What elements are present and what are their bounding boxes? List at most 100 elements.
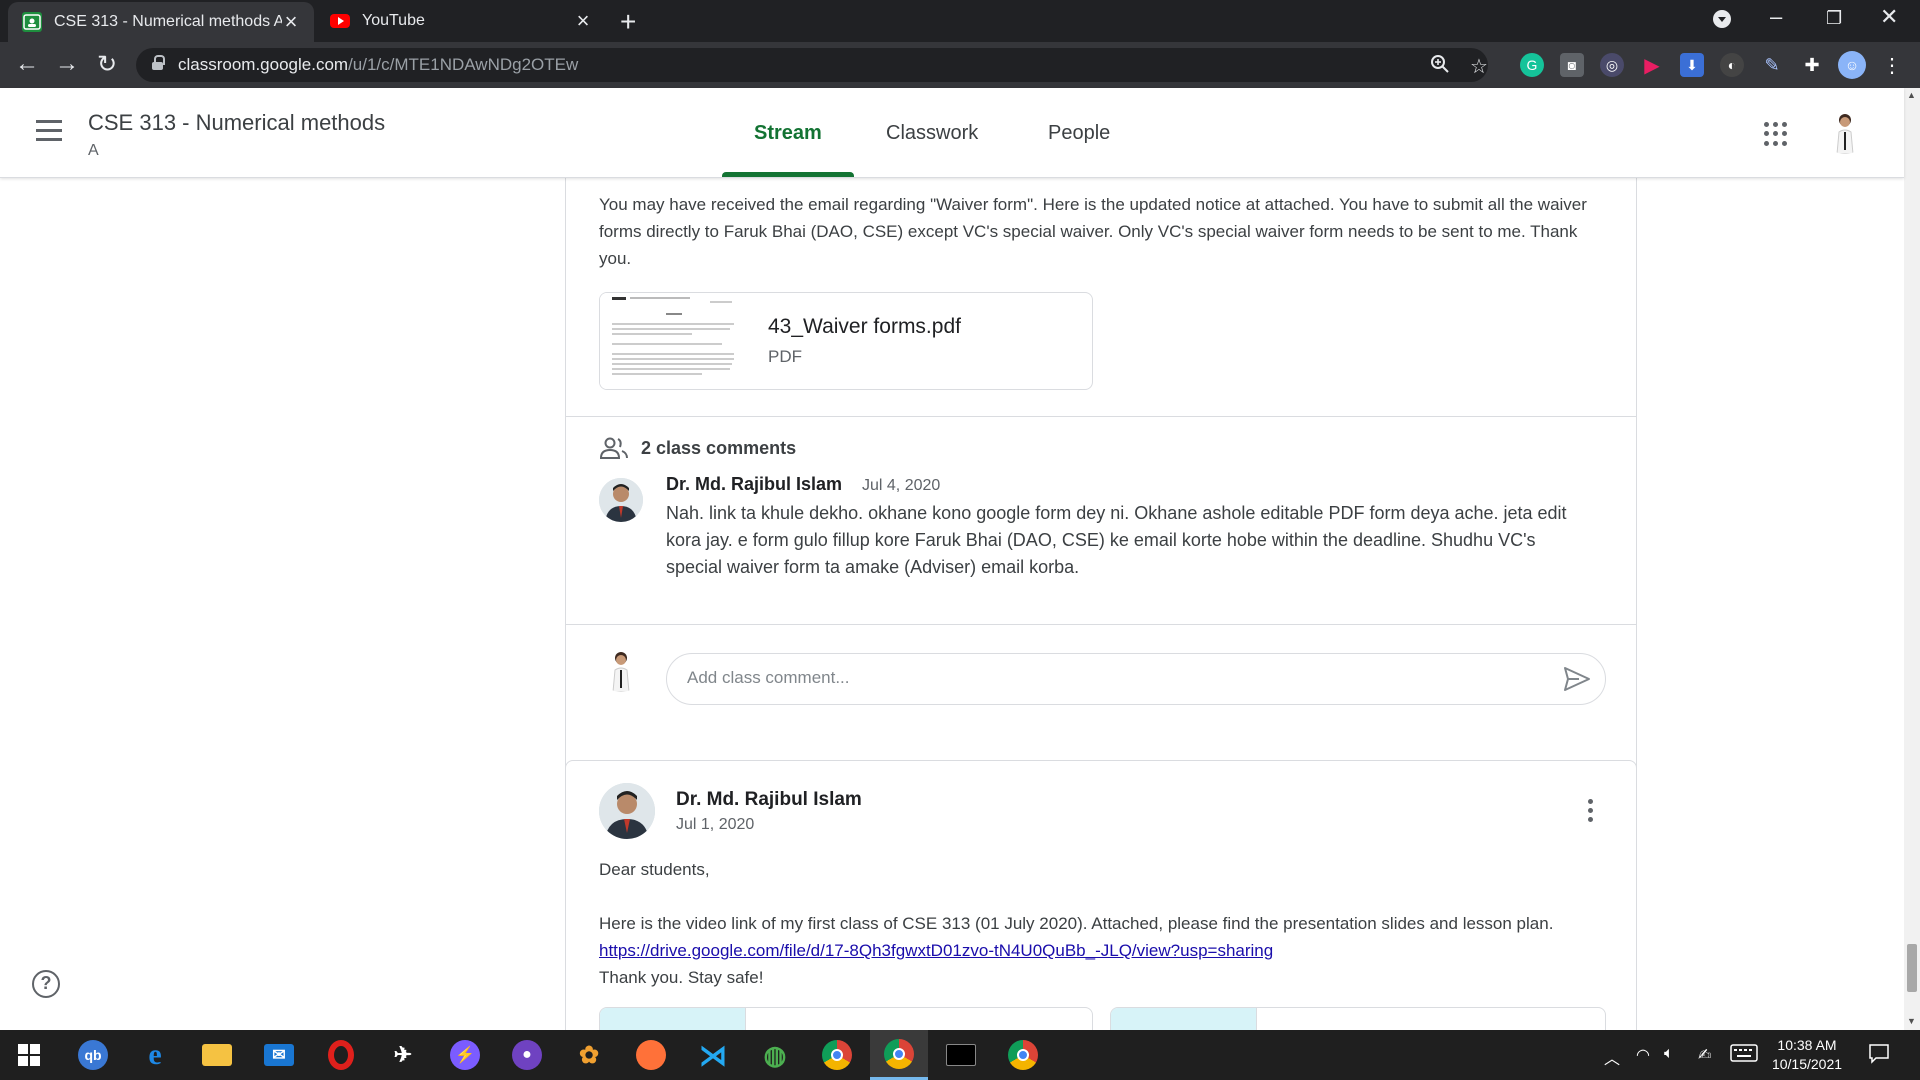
taskbar-terminal[interactable] xyxy=(932,1030,990,1080)
download-extension-icon[interactable]: ⬇ xyxy=(1680,53,1704,77)
taskbar-app[interactable]: ◍ xyxy=(746,1030,804,1080)
taskbar-github[interactable]: ● xyxy=(498,1030,556,1080)
firefox-icon xyxy=(636,1040,666,1070)
account-avatar[interactable] xyxy=(1822,108,1868,154)
taskbar-mail[interactable]: ✉ xyxy=(250,1030,308,1080)
grammarly-icon[interactable]: G xyxy=(1520,53,1544,77)
wifi-icon[interactable]: ◠ xyxy=(1636,1045,1650,1065)
taskbar-chrome-active[interactable] xyxy=(870,1030,928,1080)
github-icon: ● xyxy=(512,1040,542,1070)
google-apps-icon[interactable] xyxy=(1764,122,1788,146)
windows-logo-icon xyxy=(18,1044,40,1066)
post-closing: Thank you. Stay safe! xyxy=(599,968,764,987)
new-tab-icon[interactable]: + xyxy=(620,6,636,38)
scroll-thumb[interactable] xyxy=(1907,944,1917,992)
zoom-icon[interactable] xyxy=(1430,54,1450,80)
close-window-icon[interactable]: ✕ xyxy=(1880,4,1898,30)
class-comments-toggle[interactable]: 2 class comments xyxy=(599,436,796,460)
pen-workspace-icon[interactable]: ✍︎ xyxy=(1698,1045,1711,1065)
pdf-thumbnail xyxy=(600,293,746,389)
chrome-menu-icon[interactable]: ⋮ xyxy=(1880,53,1904,77)
terminal-icon xyxy=(946,1044,976,1066)
lock-icon[interactable] xyxy=(152,55,165,70)
tab-youtube[interactable]: YouTube × xyxy=(316,0,606,42)
attachment-thumbnail xyxy=(600,1008,746,1030)
add-comment-field[interactable] xyxy=(666,653,1606,705)
taskbar-opera[interactable] xyxy=(312,1030,370,1080)
tab-search-icon[interactable] xyxy=(1712,9,1732,35)
taskbar-chrome-profile[interactable] xyxy=(994,1030,1052,1080)
taskbar-app[interactable]: ✿ xyxy=(560,1030,618,1080)
keyboard-icon[interactable] xyxy=(1730,1044,1758,1067)
divider xyxy=(566,624,1636,625)
palette-icon: ✿ xyxy=(578,1041,600,1069)
taskbar-vscode[interactable]: ⋊ xyxy=(684,1030,742,1080)
volume-icon[interactable]: 🔈︎ xyxy=(1664,1045,1674,1063)
url-text: classroom.google.com/u/1/c/MTE1NDAwNDg2O… xyxy=(178,55,578,75)
attachment-card[interactable] xyxy=(1110,1007,1606,1030)
my-avatar xyxy=(599,648,643,692)
taskbar-qbittorrent[interactable]: qb xyxy=(64,1030,122,1080)
close-tab-icon[interactable]: × xyxy=(574,8,592,34)
browser-tab-strip: CSE 313 - Numerical methods A × YouTube … xyxy=(0,0,1920,42)
announcement-card: Dr. Md. Rajibul Islam Jul 1, 2020 Dear s… xyxy=(565,760,1637,1030)
scroll-up-arrow-icon[interactable]: ▲ xyxy=(1907,90,1916,100)
show-hidden-icons-icon[interactable]: ︿ xyxy=(1604,1045,1620,1069)
url-host: classroom.google.com xyxy=(178,55,349,74)
add-comment-input[interactable] xyxy=(687,668,1507,688)
restore-icon[interactable]: ❐ xyxy=(1826,8,1842,29)
send-icon[interactable] xyxy=(1563,666,1591,692)
drive-link[interactable]: https://drive.google.com/file/d/17-8Qh3f… xyxy=(599,941,1273,960)
page-scrollbar[interactable]: ▲ ▼ xyxy=(1904,88,1920,1030)
attachment-name: 43_Waiver forms.pdf xyxy=(768,315,961,338)
taskbar-messenger[interactable]: ⚡ xyxy=(436,1030,494,1080)
taskbar-app[interactable]: ✈ xyxy=(374,1030,432,1080)
camera-extension-icon[interactable]: ◙ xyxy=(1560,53,1584,77)
start-button[interactable] xyxy=(0,1030,58,1080)
address-bar-row: ← → ↻ classroom.google.com/u/1/c/MTE1NDA… xyxy=(0,42,1920,88)
reload-icon[interactable]: ↻ xyxy=(92,50,122,79)
forward-icon[interactable]: → xyxy=(52,50,82,78)
attachment-card[interactable] xyxy=(599,1007,1093,1030)
url-field[interactable]: classroom.google.com/u/1/c/MTE1NDAwNDg2O… xyxy=(136,48,1488,82)
taskbar-file-explorer[interactable] xyxy=(188,1030,246,1080)
author-avatar xyxy=(599,783,655,839)
class-section: A xyxy=(88,142,99,159)
tab-people[interactable]: People xyxy=(1048,122,1110,145)
system-clock[interactable]: 10:38 AM 10/15/2021 xyxy=(1762,1036,1852,1074)
tab-classroom[interactable]: CSE 313 - Numerical methods A × xyxy=(8,2,314,42)
more-options-icon[interactable] xyxy=(1588,799,1594,826)
tab-stream[interactable]: Stream xyxy=(754,122,822,145)
chrome-icon xyxy=(1008,1040,1038,1070)
main-menu-icon[interactable] xyxy=(36,120,62,147)
announcement-text: You may have received the email regardin… xyxy=(599,195,1587,268)
taskbar-chrome[interactable] xyxy=(808,1030,866,1080)
class-title[interactable]: CSE 313 - Numerical methods xyxy=(88,110,385,136)
comment-author: Dr. Md. Rajibul Islam xyxy=(666,474,843,494)
tab-classwork[interactable]: Classwork xyxy=(886,122,978,145)
back-icon[interactable]: ← xyxy=(12,50,42,78)
extension-icon[interactable]: ◐ xyxy=(1720,53,1744,77)
vscode-icon: ⋊ xyxy=(699,1039,727,1071)
help-icon[interactable]: ? xyxy=(32,970,60,998)
scroll-down-arrow-icon[interactable]: ▼ xyxy=(1907,1016,1916,1026)
pen-extension-icon[interactable]: ✎ xyxy=(1760,53,1784,77)
notifications-icon[interactable] xyxy=(1868,1043,1890,1070)
bookmark-star-icon[interactable]: ☆ xyxy=(1470,54,1488,79)
messenger-icon: ⚡ xyxy=(450,1040,480,1070)
classroom-header: CSE 313 - Numerical methods A Stream Cla… xyxy=(0,88,1904,178)
post-link-row: https://drive.google.com/file/d/17-8Qh3f… xyxy=(599,937,1609,964)
minimize-icon[interactable]: – xyxy=(1770,4,1782,30)
taskbar-firefox[interactable] xyxy=(622,1030,680,1080)
play-extension-icon[interactable]: ▶ xyxy=(1640,53,1664,77)
clock-date: 10/15/2021 xyxy=(1771,1056,1843,1072)
classroom-favicon-icon xyxy=(22,12,42,32)
taskbar-edge[interactable]: e xyxy=(126,1030,184,1080)
extensions-puzzle-icon[interactable]: ✚ xyxy=(1800,53,1824,77)
profile-avatar-icon[interactable]: ☺ xyxy=(1838,51,1866,79)
close-tab-icon[interactable]: × xyxy=(282,9,300,35)
youtube-favicon-icon xyxy=(330,14,350,28)
pdf-attachment[interactable]: 43_Waiver forms.pdf PDF xyxy=(599,292,1093,390)
attachment-type: PDF xyxy=(768,347,802,366)
extension-icon[interactable]: ◎ xyxy=(1600,53,1624,77)
